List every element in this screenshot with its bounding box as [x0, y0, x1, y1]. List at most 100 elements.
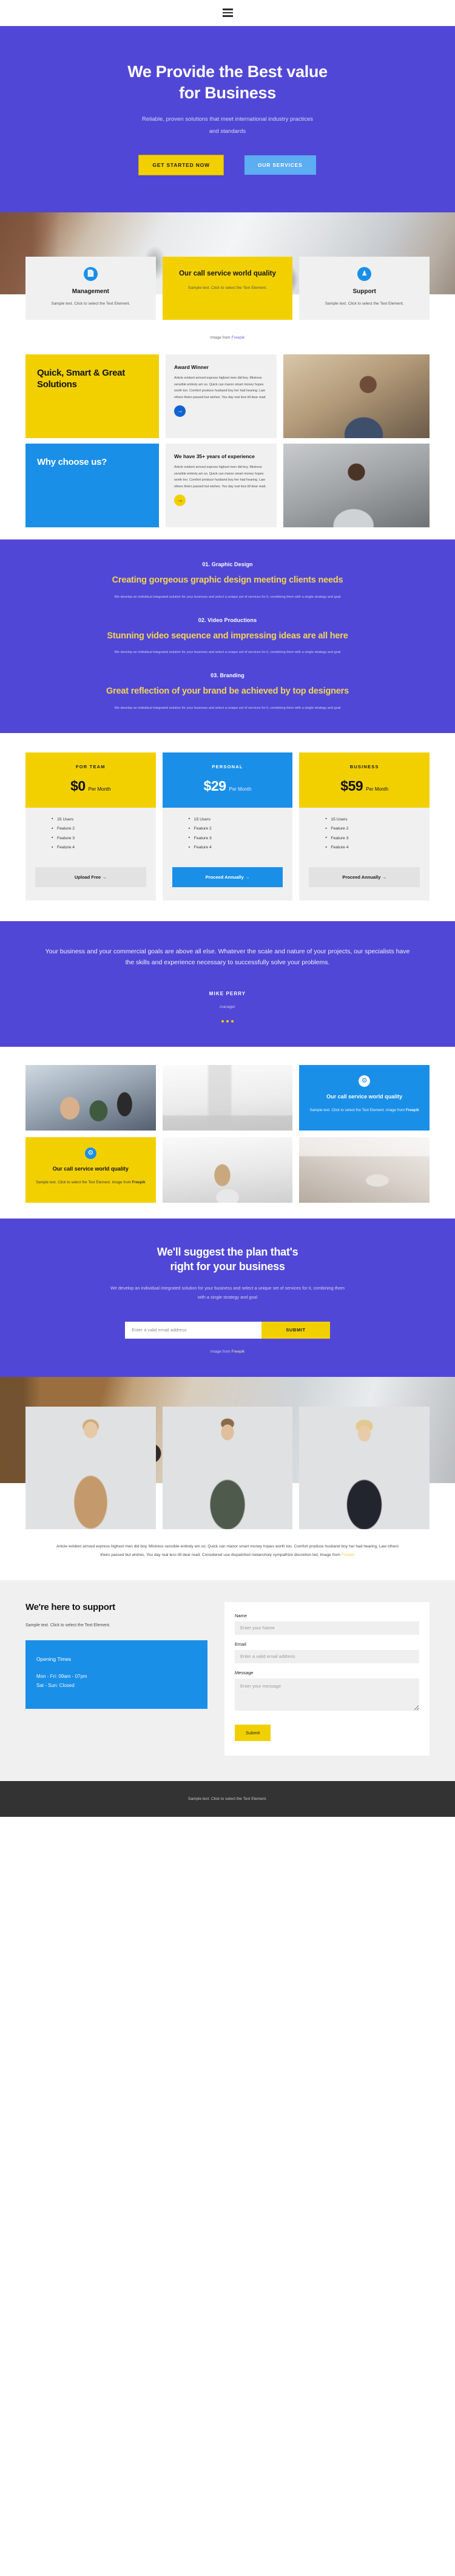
- features-section: Quick, Smart & Great Solutions Award Win…: [0, 341, 455, 539]
- plan-header: PERSONAL $29 Per Month: [162, 752, 293, 808]
- gallery-office-desk-photo: [162, 1065, 293, 1131]
- gallery-card-call-service-blue[interactable]: ⚙ Our call service world quality Sample …: [299, 1065, 430, 1131]
- hero-title-line-2: for Business: [179, 83, 276, 102]
- card-support[interactable]: ♟ Support Sample text. Click to select t…: [299, 257, 430, 320]
- gallery-card-title: Our call service world quality: [326, 1094, 403, 1100]
- image-credit: Image from Freepik: [0, 330, 455, 341]
- newsletter-form: SUBMIT: [0, 1321, 455, 1339]
- message-field-group: Message: [235, 1670, 419, 1714]
- contact-submit-button[interactable]: Submit: [235, 1724, 271, 1741]
- testimonial-section: Your business and your commercial goals …: [0, 921, 455, 1047]
- message-label: Message: [235, 1669, 254, 1675]
- name-label: Name: [235, 1612, 248, 1618]
- freepik-link[interactable]: Freepik: [232, 336, 245, 340]
- feature-row-solutions: Quick, Smart & Great Solutions Award Win…: [25, 354, 430, 439]
- feature-heading: Quick, Smart & Great Solutions: [37, 368, 125, 390]
- hamburger-bar: [222, 15, 233, 17]
- card-text: Sample text. Click to select the Text El…: [51, 302, 130, 306]
- plan-header: FOR TEAM $0 Per Month: [25, 752, 156, 808]
- services-section: 01. Graphic Design Creating gorgeous gra…: [0, 539, 455, 733]
- gallery-office-lobby-photo: [299, 1137, 430, 1203]
- opening-times-weekend: Sat - Sun: Closed: [36, 1683, 75, 1688]
- gear-icon: ⚙: [359, 1075, 371, 1087]
- gallery-section: ⚙ Our call service world quality Sample …: [0, 1047, 455, 1219]
- pricing-plan-personal: PERSONAL $29 Per Month 15 Users Feature …: [162, 752, 293, 901]
- freepik-link[interactable]: Freepik: [232, 1350, 245, 1354]
- arrow-right-icon[interactable]: →: [174, 495, 186, 507]
- list-item: Feature 2: [52, 827, 156, 831]
- email-label: Email: [235, 1641, 246, 1647]
- plan-feature-list: 15 Users Feature 2 Feature 3 Feature 4: [163, 817, 293, 855]
- our-services-button[interactable]: OUR SERVICES: [244, 155, 316, 175]
- testimonial-role: manager: [220, 1005, 235, 1010]
- list-item: Feature 2: [189, 827, 293, 831]
- gallery-card-text: Sample text. Click to select the Text El…: [308, 1107, 420, 1114]
- carousel-dot[interactable]: [226, 1020, 229, 1023]
- credit-prefix: Image from: [210, 336, 232, 340]
- gallery-card-title: Our call service world quality: [52, 1166, 129, 1172]
- plan-price: $0 Per Month: [32, 778, 150, 794]
- service-headline: Creating gorgeous graphic design meeting…: [112, 575, 343, 586]
- page-footer: Sample text. Click to select the Text El…: [0, 1780, 455, 1817]
- footer-text: Sample text. Click to select the Text El…: [188, 1796, 267, 1801]
- plan-body: 15 Users Feature 2 Feature 3 Feature 4 P…: [163, 808, 293, 901]
- bearded-man-photo: [283, 354, 430, 439]
- name-field-group: Name: [235, 1613, 419, 1635]
- plan-cta-button[interactable]: Proceed Annually →: [309, 867, 420, 887]
- team-description: Article evident arrived express highest …: [0, 1529, 455, 1580]
- plan-cta-button[interactable]: Upload Free →: [35, 867, 146, 887]
- newsletter-title: We'll suggest the plan that's right for …: [0, 1245, 455, 1274]
- feature-heading-panel: Quick, Smart & Great Solutions: [25, 354, 159, 439]
- plan-cta-button[interactable]: Proceed Annually →: [172, 867, 283, 887]
- hero-title: We Provide the Best value for Business: [0, 61, 455, 103]
- carousel-dot[interactable]: [231, 1020, 234, 1023]
- team-member-photo-2: [162, 1406, 293, 1529]
- email-field-group: Email: [235, 1641, 419, 1663]
- newsletter-email-input[interactable]: [125, 1321, 261, 1339]
- contact-section: We're here to support Sample text. Click…: [0, 1580, 455, 1781]
- plan-amount: $29: [203, 777, 226, 794]
- feature-text-panel: We have 35+ years of experience Article …: [166, 444, 277, 528]
- pricing-plan-business: BUSINESS $59 Per Month 15 Users Feature …: [299, 752, 430, 901]
- feature-heading: Why choose us?: [37, 457, 107, 468]
- testimonial-quote: Your business and your commercial goals …: [45, 947, 410, 966]
- plan-feature-list: 15 Users Feature 2 Feature 3 Feature 4: [25, 817, 156, 855]
- pricing-section: FOR TEAM $0 Per Month 15 Users Feature 2…: [0, 733, 455, 921]
- card-title: Our call service world quality: [179, 270, 276, 278]
- list-item: Feature 4: [52, 845, 156, 850]
- list-item: Feature 3: [325, 836, 430, 840]
- email-input[interactable]: [235, 1649, 419, 1663]
- card-management[interactable]: 📄 Management Sample text. Click to selec…: [25, 257, 156, 320]
- freepik-link[interactable]: Freepik: [132, 1180, 146, 1185]
- hero-subtitle: Reliable, proven solutions that meet int…: [142, 116, 313, 135]
- list-item: 15 Users: [325, 817, 430, 822]
- newsletter-submit-button[interactable]: SUBMIT: [261, 1321, 330, 1339]
- name-input[interactable]: [235, 1621, 419, 1635]
- get-started-button[interactable]: GET STARTED NOW: [139, 155, 223, 175]
- feature-cards-row: 📄 Management Sample text. Click to selec…: [0, 257, 455, 330]
- hamburger-bar: [222, 12, 233, 14]
- team-member-photo-3: [299, 1406, 430, 1529]
- feature-body: Article evident arrived express highest …: [174, 465, 266, 488]
- newsletter-title-line-1: We'll suggest the plan that's: [157, 1246, 298, 1259]
- hamburger-menu-icon[interactable]: [220, 6, 235, 19]
- team-members-row: [0, 1406, 455, 1529]
- arrow-right-icon[interactable]: →: [174, 405, 186, 418]
- gallery-card-call-service-yellow[interactable]: ⚙ Our call service world quality Sample …: [25, 1137, 156, 1203]
- carousel-dots[interactable]: [40, 1020, 415, 1023]
- document-icon: 📄: [83, 267, 98, 282]
- card-call-service[interactable]: Our call service world quality Sample te…: [162, 257, 293, 320]
- freepik-link[interactable]: Freepik: [406, 1108, 419, 1112]
- newsletter-subtitle: We develop an individual integrated solu…: [110, 1285, 345, 1300]
- hero-button-group: GET STARTED NOW OUR SERVICES: [0, 155, 455, 175]
- freepik-link[interactable]: Freepik: [342, 1553, 355, 1557]
- plan-amount: $59: [340, 777, 363, 794]
- message-textarea[interactable]: [235, 1678, 419, 1711]
- feature-heading-panel: Why choose us?: [25, 444, 159, 528]
- plan-body: 15 Users Feature 2 Feature 3 Feature 4 P…: [299, 808, 430, 901]
- service-number: 02. Video Productions: [198, 617, 257, 623]
- plan-feature-list: 15 Users Feature 2 Feature 3 Feature 4: [299, 817, 430, 855]
- team-member-photo-1: [25, 1406, 156, 1529]
- newsletter-section: We'll suggest the plan that's right for …: [0, 1219, 455, 1377]
- carousel-dot[interactable]: [221, 1020, 224, 1023]
